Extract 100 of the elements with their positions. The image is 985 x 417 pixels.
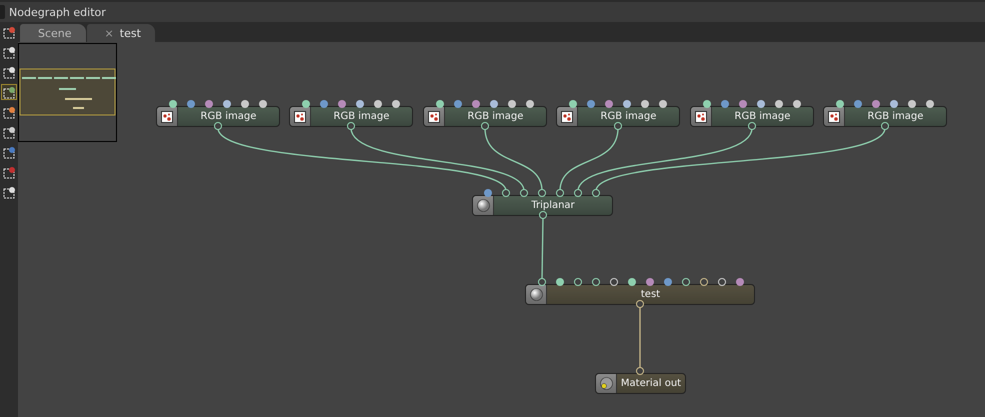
node-label: RGB image — [466, 110, 524, 124]
input-port[interactable] — [926, 100, 934, 108]
node[interactable]: RGB image — [556, 106, 680, 127]
input-port[interactable] — [574, 189, 582, 197]
node[interactable]: Triplanar — [472, 195, 613, 216]
image-icon — [161, 110, 173, 122]
input-port[interactable] — [592, 189, 600, 197]
node-label: RGB image — [200, 110, 258, 124]
tool-button[interactable] — [1, 44, 17, 60]
input-port[interactable] — [574, 278, 582, 286]
input-port[interactable] — [520, 189, 528, 197]
input-port[interactable] — [836, 100, 844, 108]
wire — [541, 216, 544, 280]
tool-button[interactable] — [1, 84, 17, 100]
input-port[interactable] — [508, 100, 516, 108]
input-port[interactable] — [187, 100, 195, 108]
input-port[interactable] — [757, 100, 765, 108]
tab[interactable]: Scene — [20, 24, 86, 42]
input-port[interactable] — [646, 278, 654, 286]
input-port[interactable] — [628, 278, 636, 286]
tool-button[interactable] — [1, 64, 17, 80]
tool-button[interactable] — [1, 144, 17, 160]
input-port[interactable] — [908, 100, 916, 108]
close-icon[interactable]: × — [104, 26, 114, 40]
tool-button[interactable] — [1, 164, 17, 180]
input-port[interactable] — [641, 100, 649, 108]
input-port[interactable] — [659, 100, 667, 108]
input-port[interactable] — [610, 278, 618, 286]
input-port[interactable] — [890, 100, 898, 108]
input-port[interactable] — [302, 100, 310, 108]
input-port[interactable] — [703, 100, 711, 108]
tab[interactable]: × test — [86, 24, 155, 42]
input-port[interactable] — [223, 100, 231, 108]
input-port[interactable] — [538, 189, 546, 197]
input-port[interactable] — [872, 100, 880, 108]
input-port[interactable] — [569, 100, 577, 108]
tool-button[interactable] — [1, 104, 17, 120]
sphere-icon — [600, 377, 612, 390]
input-port[interactable] — [356, 100, 364, 108]
input-port[interactable] — [775, 100, 783, 108]
input-port[interactable] — [854, 100, 862, 108]
input-port[interactable] — [623, 100, 631, 108]
image-icon — [294, 110, 306, 122]
grip-icon — [0, 5, 5, 19]
input-port[interactable] — [490, 100, 498, 108]
input-port[interactable] — [718, 278, 726, 286]
input-port[interactable] — [502, 189, 510, 197]
input-port[interactable] — [392, 100, 400, 108]
input-port[interactable] — [472, 100, 480, 108]
node[interactable]: test — [525, 284, 755, 305]
input-port[interactable] — [338, 100, 346, 108]
output-port[interactable] — [347, 122, 355, 130]
input-port[interactable] — [241, 100, 249, 108]
tab-label: test — [120, 26, 141, 40]
output-port[interactable] — [636, 300, 644, 308]
output-port[interactable] — [614, 122, 622, 130]
input-port[interactable] — [721, 100, 729, 108]
node[interactable]: RGB image — [690, 106, 814, 127]
input-port[interactable] — [682, 278, 690, 286]
output-port[interactable] — [881, 122, 889, 130]
image-icon — [561, 110, 573, 122]
tool-icon — [2, 26, 16, 38]
tool-icon — [2, 46, 16, 58]
node-label: Triplanar — [530, 199, 576, 213]
input-port[interactable] — [526, 100, 534, 108]
output-port[interactable] — [481, 122, 489, 130]
input-port[interactable] — [556, 278, 564, 286]
tool-button[interactable] — [1, 24, 17, 40]
input-port[interactable] — [664, 278, 672, 286]
input-port[interactable] — [739, 100, 747, 108]
output-port[interactable] — [214, 122, 222, 130]
output-port[interactable] — [539, 211, 547, 219]
node[interactable]: RGB image — [823, 106, 947, 127]
input-port[interactable] — [374, 100, 382, 108]
tool-button[interactable] — [1, 184, 17, 200]
input-port[interactable] — [205, 100, 213, 108]
input-port[interactable] — [320, 100, 328, 108]
input-port[interactable] — [700, 278, 708, 286]
node-label: RGB image — [600, 110, 658, 124]
input-port[interactable] — [587, 100, 595, 108]
node[interactable]: RGB image — [289, 106, 413, 127]
node[interactable]: RGB image — [156, 106, 280, 127]
input-port[interactable] — [484, 189, 492, 197]
input-port[interactable] — [736, 278, 744, 286]
input-port[interactable] — [636, 367, 644, 375]
input-port[interactable] — [605, 100, 613, 108]
node[interactable]: RGB image — [423, 106, 547, 127]
input-port[interactable] — [454, 100, 462, 108]
node[interactable]: Material out — [595, 373, 686, 394]
input-port[interactable] — [793, 100, 801, 108]
input-port[interactable] — [556, 189, 564, 197]
input-port[interactable] — [259, 100, 267, 108]
image-icon — [695, 110, 707, 122]
output-port[interactable] — [748, 122, 756, 130]
input-port[interactable] — [436, 100, 444, 108]
tool-button[interactable] — [1, 124, 17, 140]
input-port[interactable] — [592, 278, 600, 286]
input-port[interactable] — [538, 278, 546, 286]
input-port[interactable] — [169, 100, 177, 108]
image-icon — [828, 110, 840, 122]
